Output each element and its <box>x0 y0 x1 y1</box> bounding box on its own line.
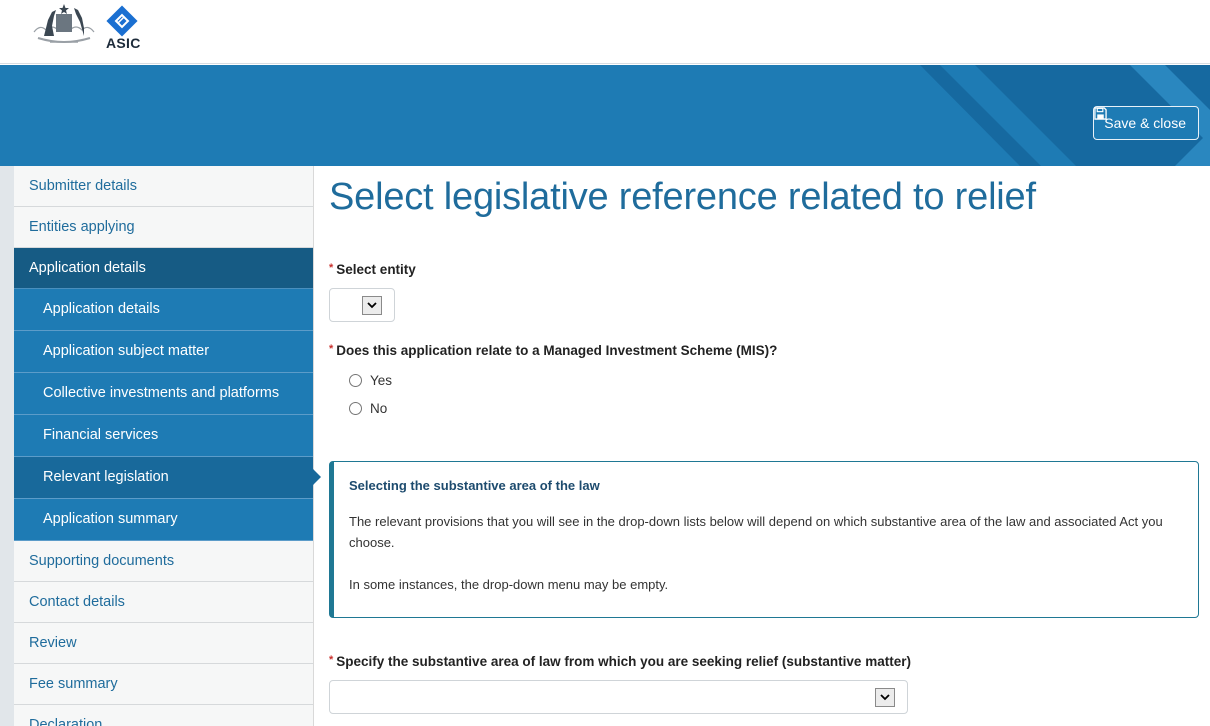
main-content: Select legislative reference related to … <box>329 166 1199 714</box>
floppy-disk-icon <box>1094 107 1108 120</box>
sidebar-item-supporting-documents[interactable]: Supporting documents <box>14 541 313 582</box>
required-marker: * <box>329 343 334 355</box>
save-and-close-label: Save & close <box>1104 115 1186 131</box>
sidebar-item-submitter-details[interactable]: Submitter details <box>14 166 313 207</box>
substantive-area-label: * Specify the substantive area of law fro… <box>329 654 911 669</box>
radio-label-yes: Yes <box>370 373 393 388</box>
sidebar-subitem-application-details[interactable]: Application details <box>14 289 313 331</box>
info-callout: Selecting the substantive area of the la… <box>329 461 1199 618</box>
info-callout-title: Selecting the substantive area of the la… <box>349 478 600 493</box>
sidebar-item-contact-details[interactable]: Contact details <box>14 582 313 623</box>
header-stripes-decoration <box>920 65 1210 166</box>
radio-button-no[interactable] <box>349 402 362 415</box>
sidebar-item-label: Relevant legislation <box>43 469 169 485</box>
sidebar-item-fee-summary[interactable]: Fee summary <box>14 664 313 705</box>
sidebar-item-label: Collective investments and platforms <box>43 385 280 401</box>
required-marker: * <box>329 654 334 666</box>
select-entity-label: * Select entity <box>329 262 416 277</box>
mis-question-label-text: Does this application relate to a Manage… <box>336 343 778 358</box>
sidebar-item-label: Review <box>29 635 77 651</box>
substantive-area-dropdown[interactable] <box>329 680 908 714</box>
sidebar-item-application-details[interactable]: Application details <box>14 248 313 289</box>
sidebar-item-label: Entities applying <box>29 219 135 235</box>
sidebar-item-label: Submitter details <box>29 178 137 194</box>
sidebar-item-label: Financial services <box>43 427 159 443</box>
sidebar-subitem-application-summary[interactable]: Application summary <box>14 499 313 541</box>
sidebar-item-label: Application summary <box>43 511 178 527</box>
sidebar-nav: Submitter details Entities applying Appl… <box>14 166 321 726</box>
chevron-down-icon[interactable] <box>362 296 382 315</box>
sidebar-item-label: Application subject matter <box>43 343 210 359</box>
sidebar-subitem-application-subject-matter[interactable]: Application subject matter <box>14 331 313 373</box>
coat-of-arms-icon <box>33 4 95 43</box>
info-callout-paragraph: The relevant provisions that you will se… <box>349 514 1163 550</box>
sidebar-item-label: Application details <box>43 301 160 317</box>
sidebar-subitem-financial-services[interactable]: Financial services <box>14 415 313 457</box>
page-title: Select legislative reference related to … <box>329 176 1036 218</box>
save-and-close-button[interactable]: Save & close <box>1093 106 1199 140</box>
required-marker: * <box>329 262 334 274</box>
sidebar-item-entities-applying[interactable]: Entities applying <box>14 207 313 248</box>
sidebar-item-label: Declaration <box>29 717 103 726</box>
chevron-down-icon[interactable] <box>875 688 895 707</box>
mis-radio-yes[interactable]: Yes <box>349 373 392 388</box>
mis-question-label: * Does this application relate to a Manag… <box>329 343 777 358</box>
asic-brand-text: ASIC <box>106 35 141 51</box>
sidebar-item-label: Supporting documents <box>29 553 175 569</box>
left-gutter <box>0 166 14 726</box>
sidebar-item-label: Fee summary <box>29 676 118 692</box>
sidebar-item-review[interactable]: Review <box>14 623 313 664</box>
top-logo-bar: ASIC <box>0 0 1210 64</box>
sidebar-item-label: Application details <box>29 260 146 276</box>
sidebar-subitem-collective-investments[interactable]: Collective investments and platforms <box>14 373 313 415</box>
info-callout-paragraph: In some instances, the drop-down menu ma… <box>349 577 669 592</box>
substantive-area-label-text: Specify the substantive area of law from… <box>336 654 911 669</box>
select-entity-dropdown[interactable] <box>329 288 395 322</box>
header-band: Save & close <box>0 65 1210 166</box>
mis-radio-no[interactable]: No <box>349 401 387 416</box>
select-entity-label-text: Select entity <box>336 262 416 277</box>
radio-label-no: No <box>370 401 388 416</box>
sidebar-item-declaration[interactable]: Declaration <box>14 705 313 726</box>
sidebar-subitem-relevant-legislation[interactable]: Relevant legislation <box>14 457 321 499</box>
radio-button-yes[interactable] <box>349 374 362 387</box>
sidebar-item-label: Contact details <box>29 594 125 610</box>
